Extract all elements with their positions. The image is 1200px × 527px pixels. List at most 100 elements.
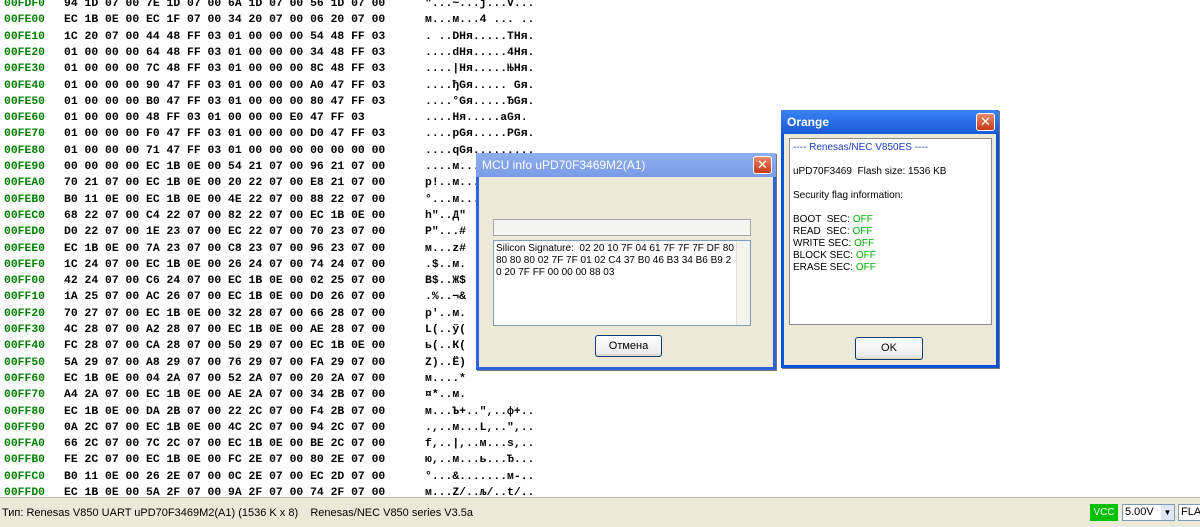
hex-bytes[interactable]: 01 00 00 00 7C 48 FF 03 01 00 00 00 8C 4… <box>64 61 385 77</box>
hex-bytes[interactable]: B0 11 0E 00 EC 1B 0E 00 4E 22 07 00 88 2… <box>64 192 385 208</box>
flag-name: WRITE SEC: <box>793 238 852 249</box>
flag-erase: ERASE SEC: OFF <box>793 262 988 274</box>
info-panel: ---- Renesas/NEC V850ES ---- uPD70F3469 … <box>789 138 992 325</box>
signature-textarea[interactable]: Silicon Signature: 02 20 10 7F 04 61 7F … <box>493 240 751 326</box>
hex-bytes[interactable]: 42 24 07 00 C6 24 07 00 EC 1B 0E 00 02 2… <box>64 273 385 289</box>
cancel-button[interactable]: Отмена <box>595 335 662 357</box>
hex-bytes[interactable]: 5A 29 07 00 A8 29 07 00 76 29 07 00 FA 2… <box>64 355 385 371</box>
hex-ascii[interactable]: h"..Д" <box>425 208 466 224</box>
flash-field: FLAS <box>1178 504 1200 521</box>
hex-ascii[interactable]: "...~...j...V... <box>425 0 534 12</box>
hex-bytes[interactable]: 01 00 00 00 B0 47 FF 03 01 00 00 00 80 4… <box>64 94 385 110</box>
hex-bytes[interactable]: 70 27 07 00 EC 1B 0E 00 32 28 07 00 66 2… <box>64 306 385 322</box>
hex-bytes[interactable]: 01 00 00 00 64 48 FF 03 01 00 00 00 34 4… <box>64 45 385 61</box>
hex-ascii[interactable]: м...z# <box>425 241 466 257</box>
hex-bytes[interactable]: A4 2A 07 00 EC 1B 0E 00 AE 2A 07 00 34 2… <box>64 387 385 403</box>
hex-ascii[interactable]: Р"...# <box>425 224 466 240</box>
scrollbar[interactable] <box>736 241 750 325</box>
flag-value: OFF <box>852 226 873 237</box>
close-icon[interactable]: ✕ <box>976 113 995 131</box>
hex-ascii[interactable]: . ..DHя.....THя. <box>425 29 534 45</box>
hex-ascii[interactable]: .,..м...L,..",.. <box>425 420 534 436</box>
hex-bytes[interactable]: 01 00 00 00 71 47 FF 03 01 00 00 00 00 0… <box>64 143 385 159</box>
ok-button[interactable]: OK <box>855 337 923 360</box>
hex-ascii[interactable]: ....|Hя.....ЊHя. <box>425 61 534 77</box>
security-heading: Security flag information: <box>793 190 904 201</box>
hex-ascii[interactable]: .%..¬& <box>425 289 466 305</box>
hex-ascii[interactable]: °...&.......м-.. <box>425 469 534 485</box>
hex-ascii[interactable]: м...Z/..љ/..t/.. <box>425 485 534 497</box>
hex-bytes[interactable]: 94 1D 07 00 7E 1D 07 00 6A 1D 07 00 56 1… <box>64 0 385 12</box>
hex-bytes[interactable]: 1C 24 07 00 EC 1B 0E 00 26 24 07 00 74 2… <box>64 257 385 273</box>
hex-address: 00FFB0 <box>4 454 46 467</box>
hex-ascii[interactable]: Z)..Ё) <box>425 355 466 371</box>
device-info: uPD70F3469 Flash size: 1536 KB <box>793 166 947 177</box>
hex-ascii[interactable]: f,..|,..м...ѕ,.. <box>425 436 534 452</box>
status-text: Тип: Renesas V850 UART uPD70F3469M2(A1) … <box>2 507 473 519</box>
hex-bytes[interactable]: 68 22 07 00 C4 22 07 00 82 22 07 00 EC 1… <box>64 208 385 224</box>
hex-bytes[interactable]: EC 1B 0E 00 7A 23 07 00 C8 23 07 00 96 2… <box>64 241 385 257</box>
signature-text: Silicon Signature: 02 20 10 7F 04 61 7F … <box>496 243 734 278</box>
hex-ascii[interactable]: ....Hя.....аGя. <box>425 110 528 126</box>
hex-ascii[interactable]: L(..ў( <box>425 322 466 338</box>
hex-bytes[interactable]: EC 1B 0E 00 5A 2F 07 00 9A 2F 07 00 74 2… <box>64 485 385 497</box>
hex-address: 00FE10 <box>4 30 46 43</box>
hex-ascii[interactable]: м....* <box>425 371 466 387</box>
hex-address: 00FF90 <box>4 421 46 434</box>
hex-bytes[interactable]: 4C 28 07 00 A2 28 07 00 EC 1B 0E 00 AE 2… <box>64 322 385 338</box>
flag-read: READ SEC: OFF <box>793 226 988 238</box>
hex-address: 00FE20 <box>4 46 46 59</box>
hex-bytes[interactable]: FC 28 07 00 CA 28 07 00 50 29 07 00 EC 1… <box>64 338 385 354</box>
hex-bytes[interactable]: 70 21 07 00 EC 1B 0E 00 20 22 07 00 E8 2… <box>64 175 385 191</box>
hex-ascii[interactable]: м...м...4 ... .. <box>425 12 534 28</box>
hex-address: 00FEA0 <box>4 177 46 190</box>
hex-bytes[interactable]: EC 1B 0E 00 04 2A 07 00 52 2A 07 00 20 2… <box>64 371 385 387</box>
status-bar: Тип: Renesas V850 UART uPD70F3469M2(A1) … <box>0 497 1200 527</box>
hex-bytes[interactable]: 01 00 00 00 48 FF 03 01 00 00 00 E0 47 F… <box>64 110 365 126</box>
hex-bytes[interactable]: EC 1B 0E 00 DA 2B 07 00 22 2C 07 00 F4 2… <box>64 404 385 420</box>
voltage-select[interactable]: 5.00V ▼ <box>1122 504 1175 521</box>
hex-bytes[interactable]: B0 11 0E 00 26 2E 07 00 0C 2E 07 00 EC 2… <box>64 469 385 485</box>
hex-ascii[interactable]: °...м... <box>425 192 480 208</box>
hex-ascii[interactable]: ....°Gя.....ЂGя. <box>425 94 534 110</box>
hex-ascii[interactable]: p!..м... <box>425 175 480 191</box>
flag-name: BLOCK SEC: <box>793 250 854 261</box>
hex-ascii[interactable]: ....ђGя..... Gя. <box>425 78 534 94</box>
hex-address: 00FEB0 <box>4 193 46 206</box>
hex-ascii[interactable]: ь(..К( <box>425 338 466 354</box>
hex-bytes[interactable]: 0A 2C 07 00 EC 1B 0E 00 4C 2C 07 00 94 2… <box>64 420 385 436</box>
hex-bytes[interactable]: 66 2C 07 00 7C 2C 07 00 EC 1B 0E 00 BE 2… <box>64 436 385 452</box>
close-icon[interactable]: ✕ <box>753 156 772 174</box>
hex-address: 00FE70 <box>4 128 46 141</box>
hex-address: 00FFC0 <box>4 470 46 483</box>
hex-ascii[interactable]: м...Ъ+..",..ф+.. <box>425 404 534 420</box>
hex-ascii[interactable]: ....рGя.....PGя. <box>425 126 534 142</box>
hex-ascii[interactable]: .$..м. <box>425 257 466 273</box>
orange-titlebar[interactable]: Orange ✕ <box>781 110 999 134</box>
flag-name: READ SEC: <box>793 226 850 237</box>
hex-ascii[interactable]: p'..м. <box>425 306 466 322</box>
chevron-down-icon[interactable]: ▼ <box>1161 505 1174 520</box>
hex-bytes[interactable]: 00 00 00 00 EC 1B 0E 00 54 21 07 00 96 2… <box>64 159 385 175</box>
hex-address: 00FEF0 <box>4 258 46 271</box>
hex-bytes[interactable]: 1A 25 07 00 AC 26 07 00 EC 1B 0E 00 D0 2… <box>64 289 385 305</box>
hex-address: 00FE90 <box>4 161 46 173</box>
hex-bytes[interactable]: 01 00 00 00 90 47 FF 03 01 00 00 00 A0 4… <box>64 78 385 94</box>
hex-ascii[interactable]: ю,..м...ь...Ђ... <box>425 452 534 468</box>
flag-value: OFF <box>852 214 873 225</box>
hex-bytes[interactable]: D0 22 07 00 1E 23 07 00 EC 22 07 00 70 2… <box>64 224 385 240</box>
hex-address: 00FFA0 <box>4 438 46 451</box>
hex-bytes[interactable]: FE 2C 07 00 EC 1B 0E 00 FC 2E 07 00 80 2… <box>64 452 385 468</box>
hex-bytes[interactable]: EC 1B 0E 00 EC 1F 07 00 34 20 07 00 06 2… <box>64 12 385 28</box>
hex-ascii[interactable]: ¤*..м. <box>425 387 466 403</box>
flag-write: WRITE SEC: OFF <box>793 238 988 250</box>
flag-block: BLOCK SEC: OFF <box>793 250 988 262</box>
flag-value: OFF <box>854 238 875 249</box>
hex-bytes[interactable]: 1C 20 07 00 44 48 FF 03 01 00 00 00 54 4… <box>64 29 385 45</box>
mcu-info-title: MCU info uPD70F3469M2(A1) <box>482 158 646 172</box>
mcu-info-titlebar[interactable]: MCU info uPD70F3469M2(A1) ✕ <box>476 153 776 177</box>
hex-ascii[interactable]: ....dHя.....4Hя. <box>425 45 534 61</box>
voltage-value: 5.00V <box>1125 506 1154 518</box>
hex-ascii[interactable]: B$..Ж$ <box>425 273 466 289</box>
hex-bytes[interactable]: 01 00 00 00 F0 47 FF 03 01 00 00 00 D0 4… <box>64 126 385 142</box>
